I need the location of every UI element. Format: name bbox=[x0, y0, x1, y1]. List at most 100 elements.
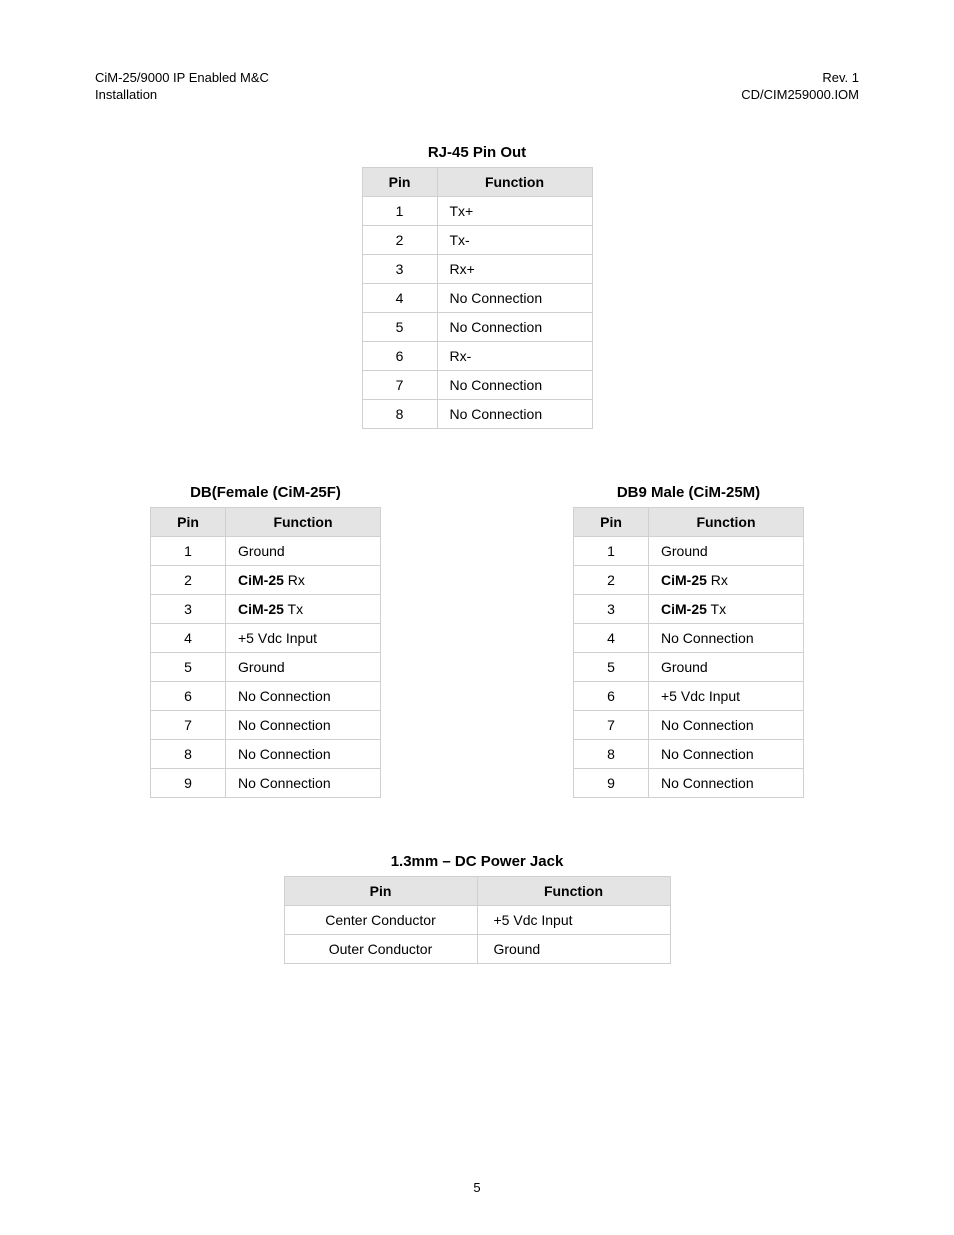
table-row: 6Rx- bbox=[362, 341, 592, 370]
table-row: 8No Connection bbox=[574, 739, 804, 768]
table-row: 3CiM-25 Tx bbox=[574, 594, 804, 623]
function-cell: No Connection bbox=[226, 739, 381, 768]
db9f-title: DB(Female (CiM-25F) bbox=[150, 484, 381, 501]
pin-cell: 3 bbox=[362, 254, 437, 283]
pin-cell: Outer Conductor bbox=[284, 934, 477, 963]
rj45-table: Pin Function 1Tx+2Tx-3Rx+4No Connection5… bbox=[362, 167, 593, 429]
db9m-col-func: Function bbox=[649, 507, 804, 536]
pin-cell: 8 bbox=[362, 399, 437, 428]
header-right-line2: CD/CIM259000.IOM bbox=[741, 87, 859, 104]
function-cell: Tx+ bbox=[437, 196, 592, 225]
pin-cell: Center Conductor bbox=[284, 905, 477, 934]
pin-cell: 8 bbox=[151, 739, 226, 768]
rj45-col-func: Function bbox=[437, 167, 592, 196]
table-row: 4No Connection bbox=[362, 283, 592, 312]
table-row: 2CiM-25 Rx bbox=[151, 565, 381, 594]
pin-cell: 9 bbox=[151, 768, 226, 797]
pin-cell: 6 bbox=[151, 681, 226, 710]
db9m-body: 1Ground2CiM-25 Rx3CiM-25 Tx4No Connectio… bbox=[574, 536, 804, 797]
pin-cell: 4 bbox=[574, 623, 649, 652]
function-cell: Ground bbox=[226, 652, 381, 681]
bold-prefix: CiM-25 bbox=[238, 601, 284, 617]
pin-cell: 1 bbox=[151, 536, 226, 565]
header-left-line2: Installation bbox=[95, 87, 269, 104]
rj45-body: 1Tx+2Tx-3Rx+4No Connection5No Connection… bbox=[362, 196, 592, 428]
table-row: 5No Connection bbox=[362, 312, 592, 341]
function-cell: Ground bbox=[649, 652, 804, 681]
table-row: 8No Connection bbox=[362, 399, 592, 428]
function-cell: +5 Vdc Input bbox=[649, 681, 804, 710]
table-row: 1Ground bbox=[151, 536, 381, 565]
bold-prefix: CiM-25 bbox=[238, 572, 284, 588]
function-cell: No Connection bbox=[437, 283, 592, 312]
pin-cell: 7 bbox=[362, 370, 437, 399]
table-row: 1Tx+ bbox=[362, 196, 592, 225]
table-row: 2CiM-25 Rx bbox=[574, 565, 804, 594]
pin-cell: 8 bbox=[574, 739, 649, 768]
db9f-block: DB(Female (CiM-25F) Pin Function 1Ground… bbox=[150, 484, 381, 798]
table-row: 9No Connection bbox=[151, 768, 381, 797]
function-cell: No Connection bbox=[226, 681, 381, 710]
rj45-title: RJ-45 Pin Out bbox=[362, 144, 593, 161]
table-row: 5Ground bbox=[151, 652, 381, 681]
db9m-col-pin: Pin bbox=[574, 507, 649, 536]
function-cell: Rx- bbox=[437, 341, 592, 370]
function-cell: Ground bbox=[477, 934, 670, 963]
table-row: 1Ground bbox=[574, 536, 804, 565]
pin-cell: 5 bbox=[362, 312, 437, 341]
function-cell: No Connection bbox=[226, 768, 381, 797]
table-row: 4+5 Vdc Input bbox=[151, 623, 381, 652]
pin-cell: 4 bbox=[362, 283, 437, 312]
pin-cell: 7 bbox=[574, 710, 649, 739]
table-row: 7No Connection bbox=[362, 370, 592, 399]
function-cell: CiM-25 Tx bbox=[649, 594, 804, 623]
header-left-line1: CiM-25/9000 IP Enabled M&C bbox=[95, 70, 269, 87]
dcjack-table: Pin Function Center Conductor+5 Vdc Inpu… bbox=[284, 876, 671, 964]
table-row: 3Rx+ bbox=[362, 254, 592, 283]
bold-prefix: CiM-25 bbox=[661, 572, 707, 588]
header-right-line1: Rev. 1 bbox=[741, 70, 859, 87]
pin-cell: 4 bbox=[151, 623, 226, 652]
function-cell: No Connection bbox=[649, 739, 804, 768]
function-cell: No Connection bbox=[437, 370, 592, 399]
table-row: 7No Connection bbox=[151, 710, 381, 739]
table-row: 6No Connection bbox=[151, 681, 381, 710]
function-cell: No Connection bbox=[649, 768, 804, 797]
table-row: 2Tx- bbox=[362, 225, 592, 254]
table-row: 4No Connection bbox=[574, 623, 804, 652]
pin-cell: 9 bbox=[574, 768, 649, 797]
pin-cell: 1 bbox=[362, 196, 437, 225]
pin-cell: 2 bbox=[574, 565, 649, 594]
bold-prefix: CiM-25 bbox=[661, 601, 707, 617]
table-row: 5Ground bbox=[574, 652, 804, 681]
dcjack-title: 1.3mm – DC Power Jack bbox=[284, 853, 671, 870]
function-cell: No Connection bbox=[649, 710, 804, 739]
db9f-body: 1Ground2CiM-25 Rx3CiM-25 Tx4+5 Vdc Input… bbox=[151, 536, 381, 797]
table-row: Outer ConductorGround bbox=[284, 934, 670, 963]
function-cell: +5 Vdc Input bbox=[226, 623, 381, 652]
page-header: CiM-25/9000 IP Enabled M&C Installation … bbox=[95, 70, 859, 104]
function-cell: Ground bbox=[226, 536, 381, 565]
pin-cell: 5 bbox=[574, 652, 649, 681]
table-row: Center Conductor+5 Vdc Input bbox=[284, 905, 670, 934]
function-cell: +5 Vdc Input bbox=[477, 905, 670, 934]
db9m-table: Pin Function 1Ground2CiM-25 Rx3CiM-25 Tx… bbox=[573, 507, 804, 798]
header-right: Rev. 1 CD/CIM259000.IOM bbox=[741, 70, 859, 104]
rj45-section: RJ-45 Pin Out Pin Function 1Tx+2Tx-3Rx+4… bbox=[95, 144, 859, 429]
rj45-col-pin: Pin bbox=[362, 167, 437, 196]
function-cell: CiM-25 Rx bbox=[649, 565, 804, 594]
pin-cell: 1 bbox=[574, 536, 649, 565]
pin-cell: 2 bbox=[151, 565, 226, 594]
pin-cell: 6 bbox=[362, 341, 437, 370]
db9m-title: DB9 Male (CiM-25M) bbox=[573, 484, 804, 501]
dcjack-body: Center Conductor+5 Vdc InputOuter Conduc… bbox=[284, 905, 670, 963]
db9f-col-pin: Pin bbox=[151, 507, 226, 536]
db9m-block: DB9 Male (CiM-25M) Pin Function 1Ground2… bbox=[573, 484, 804, 798]
function-cell: Tx- bbox=[437, 225, 592, 254]
pin-cell: 6 bbox=[574, 681, 649, 710]
pin-cell: 5 bbox=[151, 652, 226, 681]
header-left: CiM-25/9000 IP Enabled M&C Installation bbox=[95, 70, 269, 104]
pin-cell: 3 bbox=[574, 594, 649, 623]
function-cell: No Connection bbox=[649, 623, 804, 652]
table-row: 7No Connection bbox=[574, 710, 804, 739]
